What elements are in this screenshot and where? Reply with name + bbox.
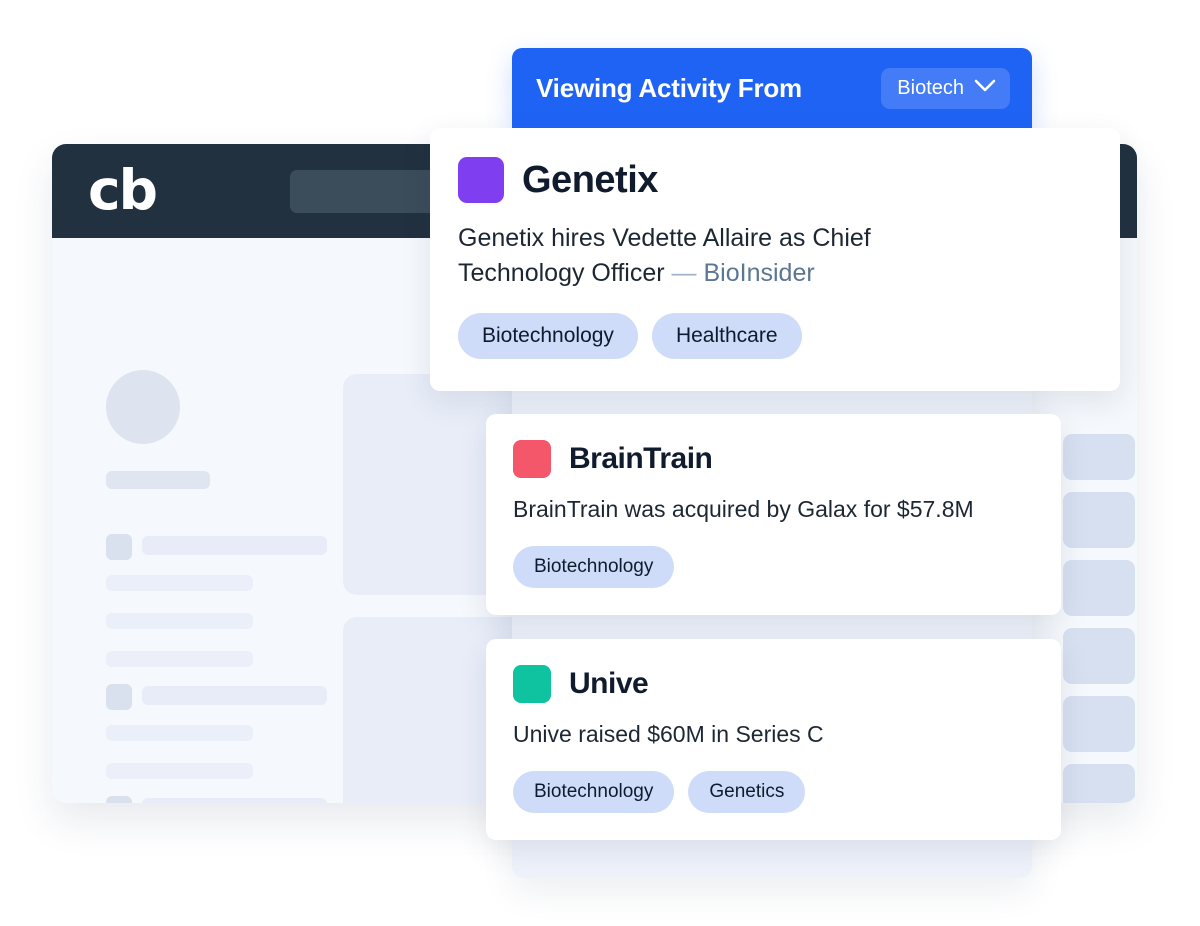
skeleton-line	[106, 725, 253, 741]
skeleton-section-title	[142, 536, 327, 555]
tag-list: Biotechnology Healthcare	[458, 313, 1120, 359]
industry-filter-dropdown[interactable]: Biotech	[881, 67, 1010, 109]
skeleton-avatar	[106, 370, 180, 444]
tag-biotechnology[interactable]: Biotechnology	[513, 546, 675, 588]
activity-description: BrainTrain was acquired by Galax for $57…	[513, 494, 1034, 524]
skeleton-rail-item	[1063, 560, 1135, 616]
skeleton-line	[106, 651, 253, 667]
skeleton-line	[106, 613, 253, 629]
activity-description: Genetix hires Vedette Allaire as Chief T…	[458, 221, 978, 291]
company-name: BrainTrain	[569, 442, 713, 475]
activity-source[interactable]: BioInsider	[704, 259, 815, 287]
company-name: Genetix	[522, 158, 658, 201]
skeleton-section-title	[142, 798, 327, 803]
tag-biotechnology[interactable]: Biotechnology	[458, 313, 638, 359]
chevron-down-icon	[974, 79, 996, 98]
skeleton-section-title	[142, 686, 327, 705]
skeleton-line	[106, 763, 253, 779]
tag-healthcare[interactable]: Healthcare	[651, 313, 802, 359]
skeleton-rail-item	[1063, 628, 1135, 684]
skeleton-section-icon	[106, 684, 132, 710]
tag-list: Biotechnology	[513, 546, 1061, 588]
tag-biotechnology[interactable]: Biotechnology	[513, 771, 675, 813]
activity-card-unive[interactable]: Unive Unive raised $60M in Series C Biot…	[486, 639, 1061, 840]
company-name: Unive	[569, 667, 649, 700]
card-header: Unive	[486, 639, 1061, 703]
card-header: Genetix	[430, 128, 1120, 203]
company-logo-swatch	[458, 157, 504, 203]
tag-genetics[interactable]: Genetics	[688, 771, 806, 813]
skeleton-rail-item	[1063, 434, 1135, 480]
separator-dash: —	[671, 259, 697, 287]
screenshot-root: cb Viewing Activity From Biotech Genetix…	[0, 0, 1200, 926]
activity-filter-banner: Viewing Activity From Biotech	[512, 48, 1032, 128]
company-logo-swatch	[513, 665, 551, 703]
activity-text: Unive raised $60M in Series C	[513, 721, 824, 747]
card-header: BrainTrain	[486, 414, 1061, 478]
tag-list: Biotechnology Genetics	[513, 771, 1061, 813]
industry-filter-value: Biotech	[897, 76, 964, 99]
skeleton-rail-item	[1063, 764, 1135, 803]
activity-text: BrainTrain was acquired by Galax for $57…	[513, 496, 974, 522]
company-logo-swatch	[513, 440, 551, 478]
skeleton-rail-item	[1063, 696, 1135, 752]
skeleton-rail-item	[1063, 492, 1135, 548]
activity-card-braintrain[interactable]: BrainTrain BrainTrain was acquired by Ga…	[486, 414, 1061, 615]
skeleton-section-icon	[106, 796, 132, 803]
activity-description: Unive raised $60M in Series C	[513, 719, 1034, 749]
activity-card-genetix[interactable]: Genetix Genetix hires Vedette Allaire as…	[430, 128, 1120, 391]
skeleton-profile-name	[106, 471, 210, 489]
banner-title: Viewing Activity From	[536, 72, 802, 103]
cb-logo[interactable]: cb	[88, 163, 158, 218]
skeleton-line	[106, 575, 253, 591]
skeleton-section-icon	[106, 534, 132, 560]
